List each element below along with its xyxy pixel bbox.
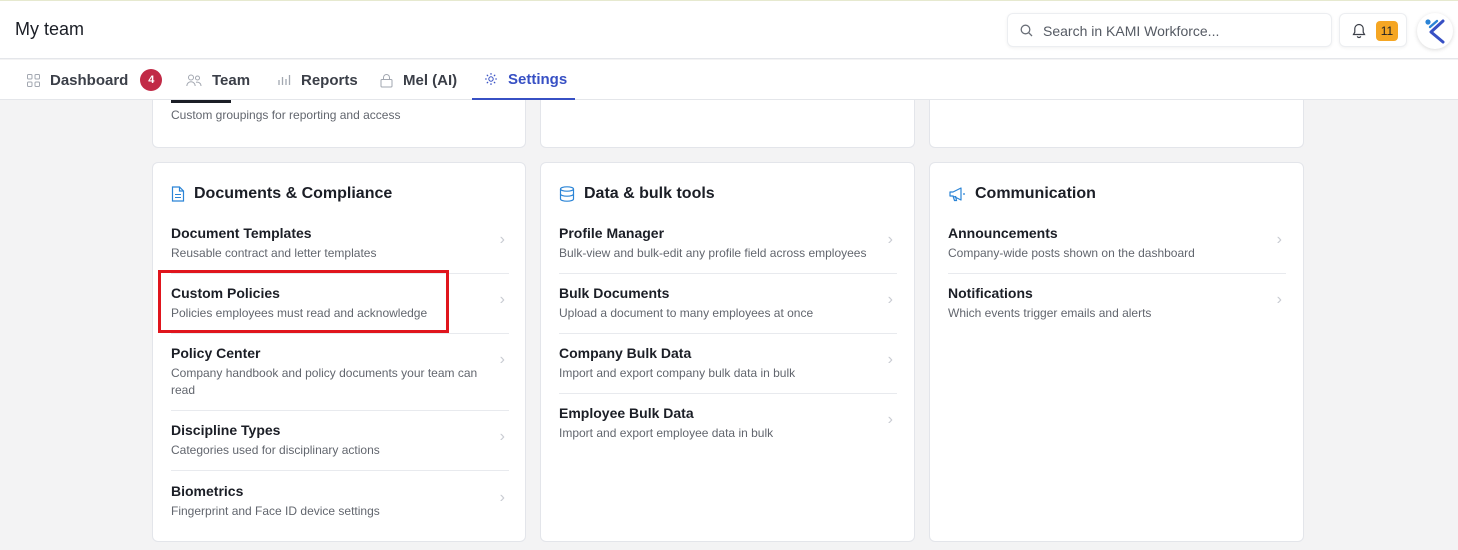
tab-dashboard[interactable]: Dashboard 4: [27, 60, 163, 100]
item-name: Biometrics: [171, 483, 244, 499]
chevron-right-icon: ›: [499, 231, 505, 248]
top-card-middle: [540, 100, 915, 148]
kami-logo-icon: [1425, 19, 1445, 44]
item-desc: Upload a document to many employees at o…: [559, 306, 814, 320]
item-name: Discipline Types: [171, 422, 281, 438]
chevron-right-icon: ›: [499, 351, 505, 368]
chevron-right-icon: ›: [887, 351, 893, 368]
data-bulk-tools-card: Data & bulk tools Profile Manager Bulk-v…: [540, 162, 915, 542]
people-icon: [186, 74, 202, 87]
gear-icon: [484, 72, 498, 86]
communication-title: Communication: [948, 185, 1096, 203]
data-bulk-tools-title: Data & bulk tools: [559, 185, 715, 203]
item-desc: Categories used for disciplinary actions: [171, 443, 380, 457]
item-name: Announcements: [948, 225, 1058, 241]
documents-compliance-title-text: Documents & Compliance: [194, 185, 393, 202]
item-desc: Fingerprint and Face ID device settings: [171, 504, 380, 518]
database-icon: [559, 186, 575, 202]
item-name: Document Templates: [171, 225, 312, 241]
main-tabs: Dashboard 4 Team Reports Mel (AI) Settin…: [0, 60, 1458, 100]
bell-icon: [1352, 23, 1366, 39]
documents-compliance-title: Documents & Compliance: [171, 185, 392, 203]
item-desc: Reusable contract and letter templates: [171, 246, 377, 260]
item-name: Employee Bulk Data: [559, 405, 694, 421]
chevron-right-icon: ›: [499, 489, 505, 506]
tab-reports-label: Reports: [301, 71, 358, 89]
tab-dashboard-label: Dashboard: [50, 71, 129, 89]
highlight-box: [158, 270, 449, 333]
megaphone-icon: [948, 186, 966, 202]
discipline-types-item[interactable]: Discipline Types Categories used for dis…: [171, 422, 509, 471]
chevron-right-icon: ›: [887, 411, 893, 428]
notifications-item[interactable]: Notifications Which events trigger email…: [948, 285, 1286, 334]
item-name: Bulk Documents: [559, 285, 670, 301]
data-bulk-tools-title-text: Data & bulk tools: [584, 185, 715, 202]
top-bar: My team 11: [0, 0, 1458, 59]
bulk-documents-item[interactable]: Bulk Documents Upload a document to many…: [559, 285, 897, 334]
tab-mel-ai[interactable]: Mel (AI): [380, 60, 457, 100]
company-bulk-data-item[interactable]: Company Bulk Data Import and export comp…: [559, 345, 897, 394]
item-desc: Which events trigger emails and alerts: [948, 306, 1152, 320]
document-icon: [171, 186, 185, 202]
clipped-title-fragment: [171, 100, 231, 103]
item-name: Profile Manager: [559, 225, 665, 241]
chevron-right-icon: ›: [887, 291, 893, 308]
notifications-button[interactable]: 11: [1339, 13, 1407, 47]
item-desc: Company handbook and policy documents yo…: [171, 366, 478, 397]
chevron-right-icon: ›: [1276, 291, 1282, 308]
chevron-right-icon: ›: [1276, 231, 1282, 248]
biometrics-item[interactable]: Biometrics Fingerprint and Face ID devic…: [171, 483, 509, 532]
document-templates-item[interactable]: Document Templates Reusable contract and…: [171, 225, 509, 274]
profile-manager-item[interactable]: Profile Manager Bulk-view and bulk-edit …: [559, 225, 897, 274]
item-desc: Bulk-view and bulk-edit any profile fiel…: [559, 246, 867, 260]
item-name: Policy Center: [171, 345, 261, 361]
app-logo[interactable]: [1417, 13, 1453, 49]
search-box[interactable]: [1007, 13, 1332, 47]
groups-card: Custom groupings for reporting and acces…: [152, 100, 526, 148]
dashboard-count-badge: 4: [140, 69, 163, 91]
search-input[interactable]: [1043, 21, 1323, 41]
tab-team-label: Team: [212, 71, 251, 89]
lock-icon: [380, 73, 393, 88]
item-desc: Import and export employee data in bulk: [559, 426, 774, 440]
grid-icon: [27, 73, 40, 87]
tab-settings-label: Settings: [508, 70, 568, 88]
communication-title-text: Communication: [975, 185, 1096, 202]
communication-card: Communication Announcements Company-wide…: [929, 162, 1304, 542]
tab-mel-ai-label: Mel (AI): [403, 71, 458, 89]
page-title: My team: [15, 19, 85, 39]
item-desc: Company-wide posts shown on the dashboar…: [948, 246, 1195, 260]
documents-compliance-card: Documents & Compliance Document Template…: [152, 162, 526, 542]
policy-center-item[interactable]: Policy Center Company handbook and polic…: [171, 345, 509, 411]
item-name: Company Bulk Data: [559, 345, 692, 361]
groups-card-desc: Custom groupings for reporting and acces…: [171, 108, 401, 122]
top-card-right: [929, 100, 1304, 148]
tab-reports[interactable]: Reports: [277, 60, 358, 100]
search-icon: [1020, 24, 1033, 37]
tab-team[interactable]: Team: [186, 60, 250, 100]
employee-bulk-data-item[interactable]: Employee Bulk Data Import and export emp…: [559, 405, 897, 454]
tab-settings[interactable]: Settings: [472, 60, 575, 100]
item-name: Notifications: [948, 285, 1033, 301]
item-desc: Import and export company bulk data in b…: [559, 366, 796, 380]
chevron-right-icon: ›: [499, 291, 505, 308]
chevron-right-icon: ›: [499, 428, 505, 445]
announcements-item[interactable]: Announcements Company-wide posts shown o…: [948, 225, 1286, 274]
chevron-right-icon: ›: [887, 231, 893, 248]
notification-count-badge: 11: [1376, 21, 1398, 41]
bar-chart-icon: [277, 74, 291, 86]
